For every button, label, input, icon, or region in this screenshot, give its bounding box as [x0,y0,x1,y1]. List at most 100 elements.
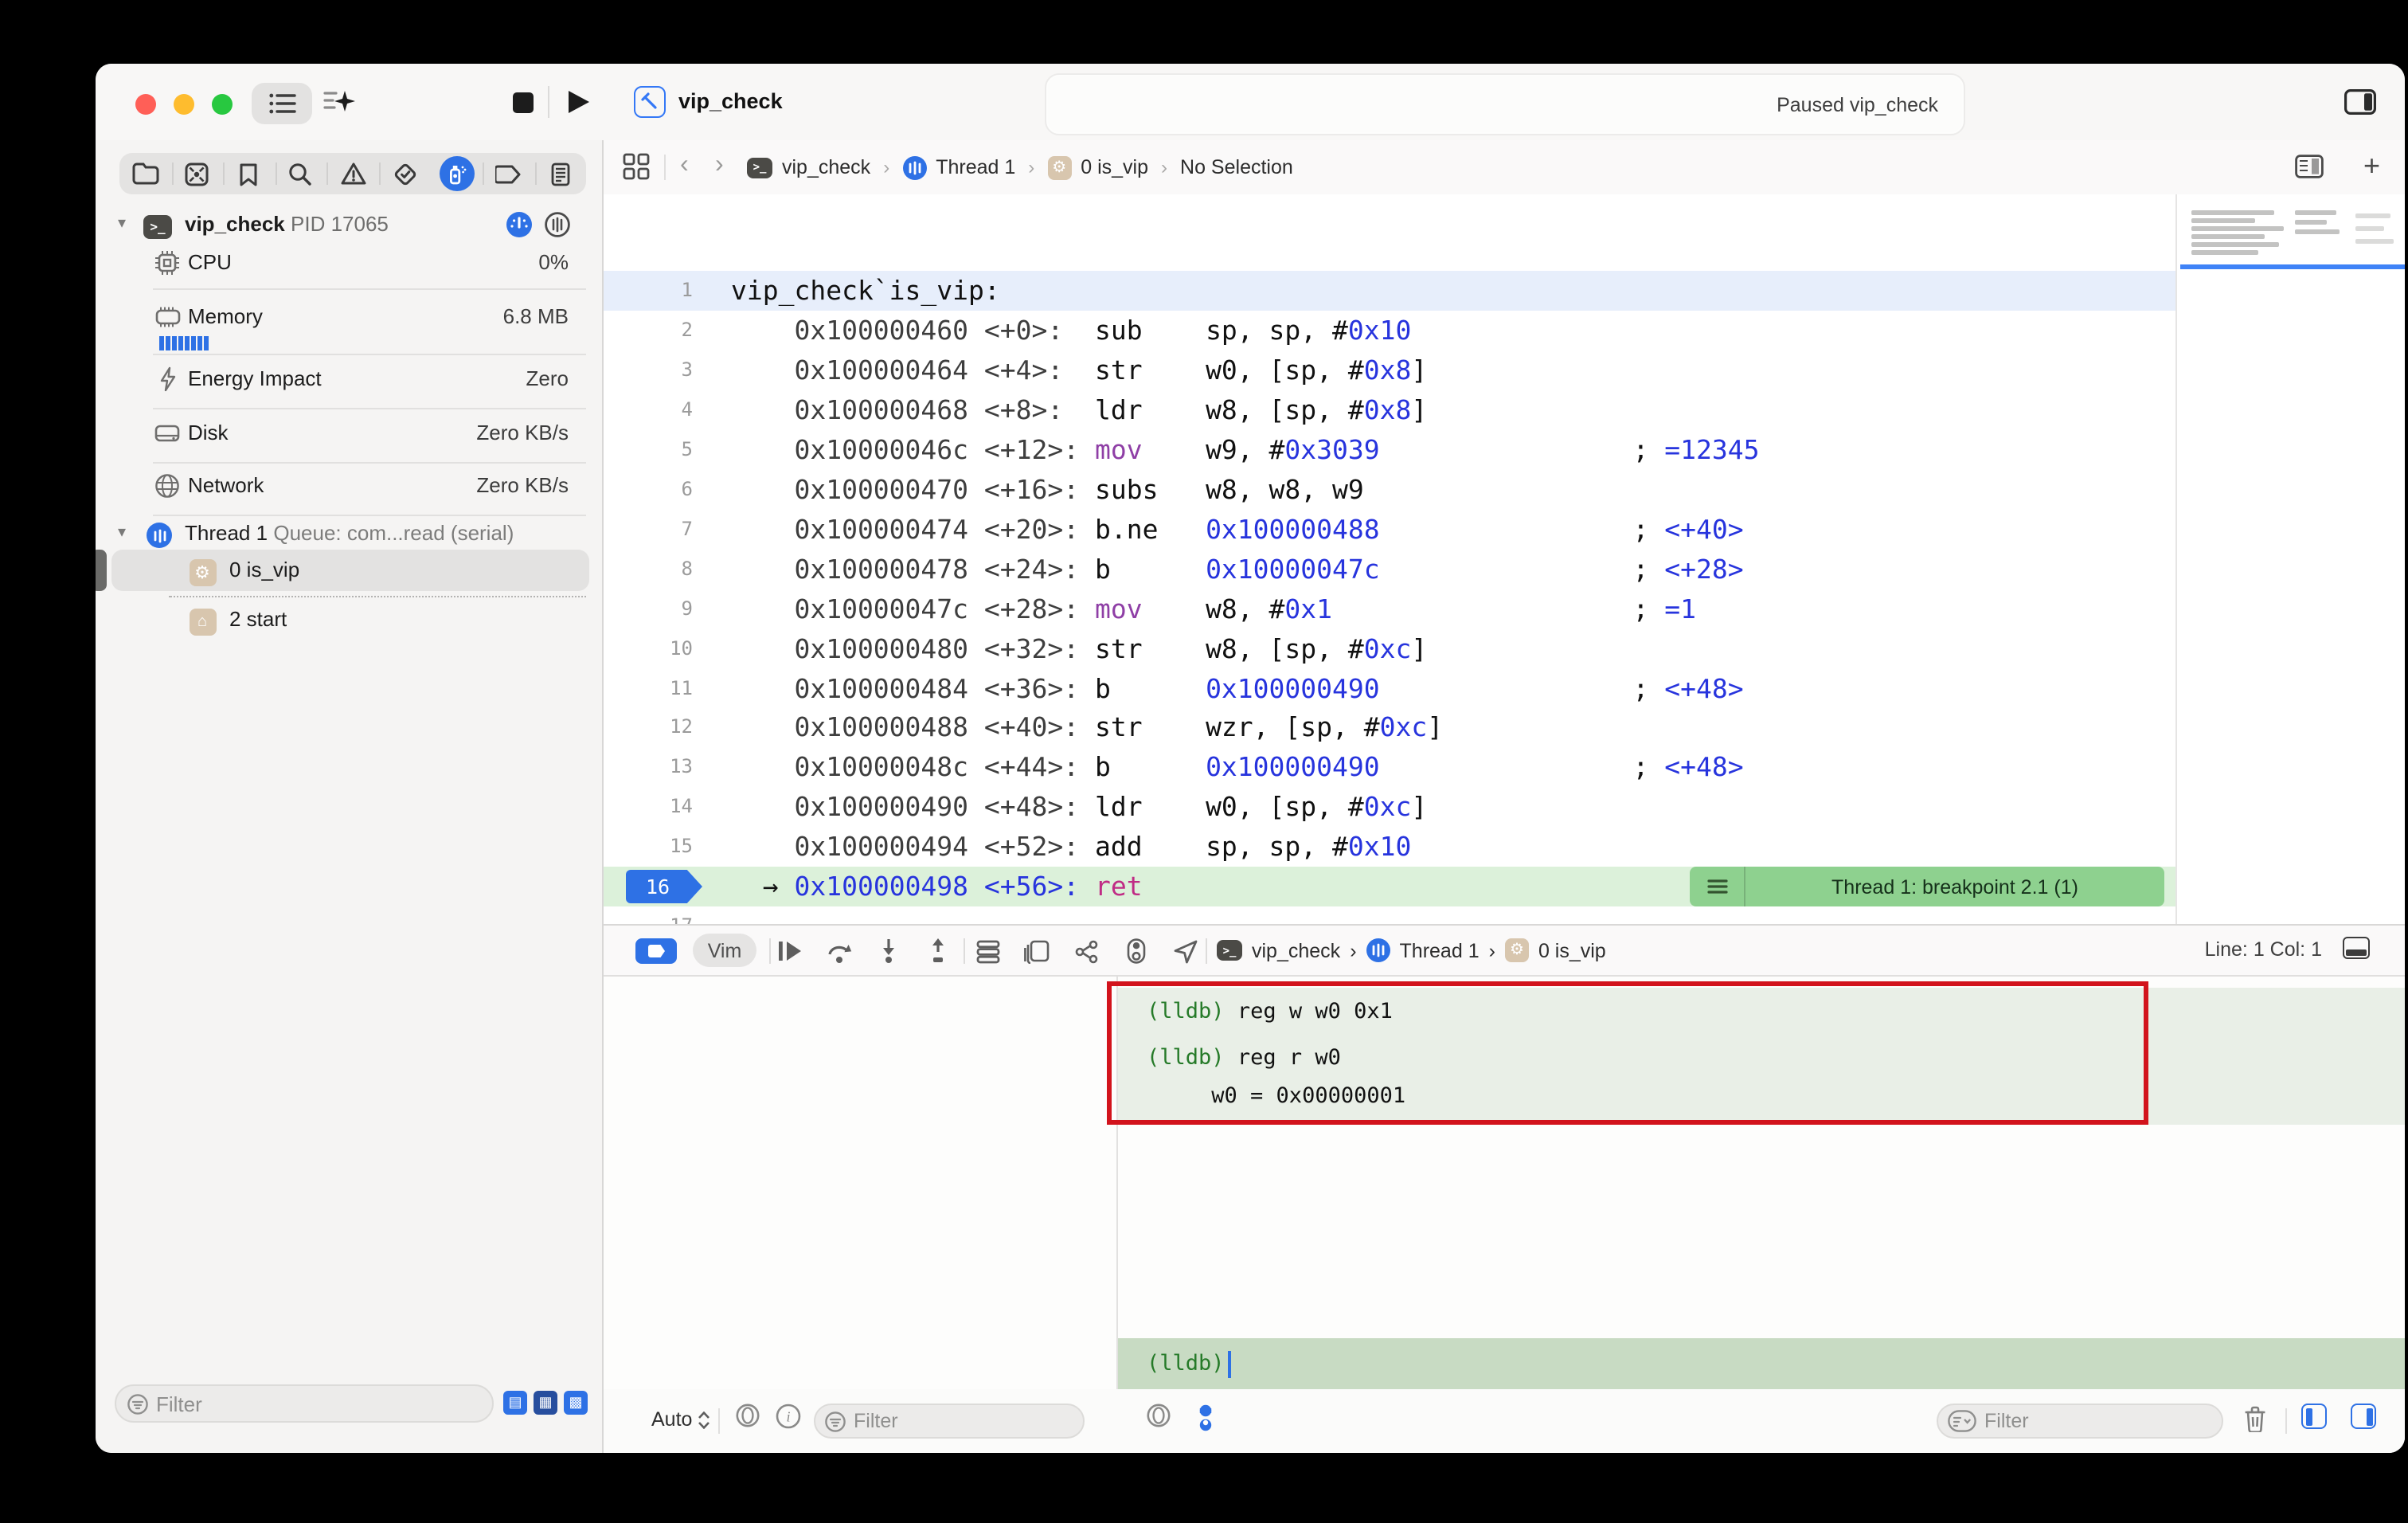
variables-eye-button[interactable] [734,1404,761,1427]
related-items-icon[interactable] [623,153,650,180]
svg-text:i: i [786,1409,790,1425]
filter-icon [825,1411,846,1431]
minimize-window-button[interactable] [174,94,194,115]
tab-report-navigator[interactable] [534,153,586,194]
memory-graph-button[interactable] [1070,935,1102,967]
step-into-button[interactable] [873,935,905,967]
thread-row[interactable]: ▾ Thread 1 Queue: com...read (serial) [96,515,602,553]
environment-overrides-button[interactable] [1120,935,1151,967]
stop-button[interactable] [513,92,534,113]
tab-debug-navigator[interactable] [431,153,483,194]
code-line-6[interactable]: 6 0x100000470 <+16>: subs w8, w8, w9 [604,470,2175,510]
code-line-13[interactable]: 13 0x10000048c <+44>: b 0x100000490 ; <+… [604,747,2175,787]
code-line-15[interactable]: 15 0x100000494 <+52>: add sp, sp, #0x10 [604,827,2175,867]
tab-issue-navigator[interactable] [327,153,379,194]
activity-viewer[interactable]: Paused vip_check [1045,73,1965,135]
breakpoints-toggle-button[interactable] [635,938,677,964]
console-eye-button[interactable] [1145,1404,1172,1427]
console-toggle-icon[interactable] [2343,937,2370,959]
editor-list-button[interactable] [252,83,312,124]
navigator-filter-field[interactable]: Filter [115,1384,494,1423]
breadcrumb-item-thread-1[interactable]: Thread 1 [902,155,1015,179]
metric-row-cpu[interactable]: CPU 0% [96,244,602,282]
breakpoint-hit-badge[interactable]: Thread 1: breakpoint 2.1 (1) [1690,867,2164,906]
lldb-prompt-row[interactable]: (lldb) [1118,1338,2405,1389]
thread-view-toggle-icon[interactable] [545,212,570,237]
code-line-9[interactable]: 9 0x10000047c <+28>: mov w8, #0x1 ; =1 [604,589,2175,629]
close-window-button[interactable] [135,94,156,115]
tab-project-navigator[interactable] [119,153,171,194]
code-line-16[interactable]: 16 → 0x100000498 <+56>: retThread 1: bre… [604,867,2175,906]
go-back-button[interactable]: ‹ [680,151,689,180]
metric-row-energy-impact[interactable]: Energy Impact Zero [96,360,602,398]
console-filter-field[interactable]: Filter [1937,1404,2223,1439]
flatten-list-button[interactable]: ▩ [564,1391,588,1415]
breadcrumb-label: Thread 1 [936,156,1015,178]
process-row[interactable]: ▾ >_ vip_check PID 17065 [96,206,602,244]
go-forward-button[interactable]: › [715,151,724,180]
debug-view-stack-button[interactable] [971,935,1003,967]
metric-row-memory[interactable]: Memory 6.8 MB [96,298,602,336]
variables-info-button[interactable]: i [776,1404,801,1429]
line-number: 10 [604,629,693,669]
code-line-1[interactable]: 1vip_check`is_vip: [604,271,2175,311]
inspector-toggle-button[interactable] [2344,89,2376,115]
annotation-red-box [1107,981,2148,1125]
simulate-location-button[interactable] [1169,935,1201,967]
badge-grip-icon[interactable] [1690,867,1745,906]
vim-mode-button[interactable]: Vim [693,934,756,967]
zoom-window-button[interactable] [212,94,233,115]
variables-pane-toggle[interactable] [2301,1404,2327,1429]
metric-row-network[interactable]: Network Zero KB/s [96,467,602,505]
breadcrumb-label: Thread 1 [1400,939,1480,961]
code-line-8[interactable]: 8 0x100000478 <+24>: b 0x10000047c ; <+2… [604,550,2175,589]
code-line-11[interactable]: 11 0x100000484 <+36>: b 0x100000490 ; <+… [604,669,2175,709]
show-only-running-button[interactable]: ▤ [503,1391,527,1415]
tab-breakpoint-navigator[interactable] [483,153,534,194]
code-line-14[interactable]: 14 0x100000490 <+48>: ldr w0, [sp, #0xc] [604,787,2175,827]
frame-row-start[interactable]: ⌂ 2 start [96,601,602,639]
variables-pane[interactable] [604,977,1116,1389]
breadcrumb-separator: › [1158,156,1171,178]
show-only-crashed-button[interactable]: ▦ [534,1391,557,1415]
step-over-button[interactable] [823,935,855,967]
metric-row-disk[interactable]: Disk Zero KB/s [96,414,602,452]
tab-bookmarks-navigator[interactable] [223,153,275,194]
tab-find-navigator[interactable] [275,153,326,194]
breadcrumb-item-0-is-vip[interactable]: ⚙0 is_vip [1505,938,1606,962]
continue-button[interactable] [774,935,806,967]
variables-filter-field[interactable]: Filter [814,1404,1085,1439]
code-line-10[interactable]: 10 0x100000480 <+32>: str w8, [sp, #0xc] [604,629,2175,669]
bottombar-divider [718,1408,720,1434]
step-out-button[interactable] [922,935,954,967]
breadcrumb-item-0-is-vip[interactable]: ⚙0 is_vip [1047,155,1148,179]
code-line-5[interactable]: 5 0x10000046c <+12>: mov w9, #0x3039 ; =… [604,430,2175,470]
breadcrumb-item-thread-1[interactable]: Thread 1 [1366,938,1480,962]
console-io-toggle-button[interactable] [1196,1404,1215,1434]
performance-gauge-icon[interactable] [506,212,532,237]
breadcrumb-item-vip-check[interactable]: >_vip_check [747,156,870,178]
toolbar-divider [548,86,549,118]
code-line-2[interactable]: 2 0x100000460 <+0>: sub sp, sp, #0x10 [604,311,2175,350]
thread-disclosure-chevron-icon[interactable]: ▾ [118,524,126,542]
add-editor-button[interactable]: + [2363,150,2380,183]
code-line-4[interactable]: 4 0x100000468 <+8>: ldr w8, [sp, #0x8] [604,390,2175,430]
code-line-12[interactable]: 12 0x100000488 <+40>: str wzr, [sp, #0xc… [604,707,2175,747]
variables-scope-dropdown[interactable]: Auto [651,1408,710,1431]
disclosure-chevron-icon[interactable]: ▾ [118,215,126,233]
tab-source-control-navigator[interactable] [171,153,223,194]
console-pane-toggle[interactable] [2351,1404,2376,1429]
breakpoint-marker[interactable]: 16 [626,870,702,903]
clear-console-button[interactable] [2244,1405,2266,1432]
code-line-7[interactable]: 7 0x100000474 <+20>: b.ne 0x100000488 ; … [604,510,2175,550]
view-hierarchy-button[interactable] [1021,935,1053,967]
run-button[interactable] [567,89,591,115]
metric-label: Network [188,473,264,497]
minimap-options-icon[interactable] [2295,155,2324,178]
breadcrumb-item-vip-check[interactable]: >_vip_check [1217,939,1340,961]
breadcrumb-item-no-selection[interactable]: No Selection [1180,156,1293,178]
frame-row-is-vip[interactable]: ⚙ 0 is_vip [96,551,602,589]
tab-test-navigator[interactable] [379,153,431,194]
code-line-3[interactable]: 3 0x100000464 <+4>: str w0, [sp, #0x8] [604,350,2175,390]
intelligence-button[interactable] [323,89,355,116]
